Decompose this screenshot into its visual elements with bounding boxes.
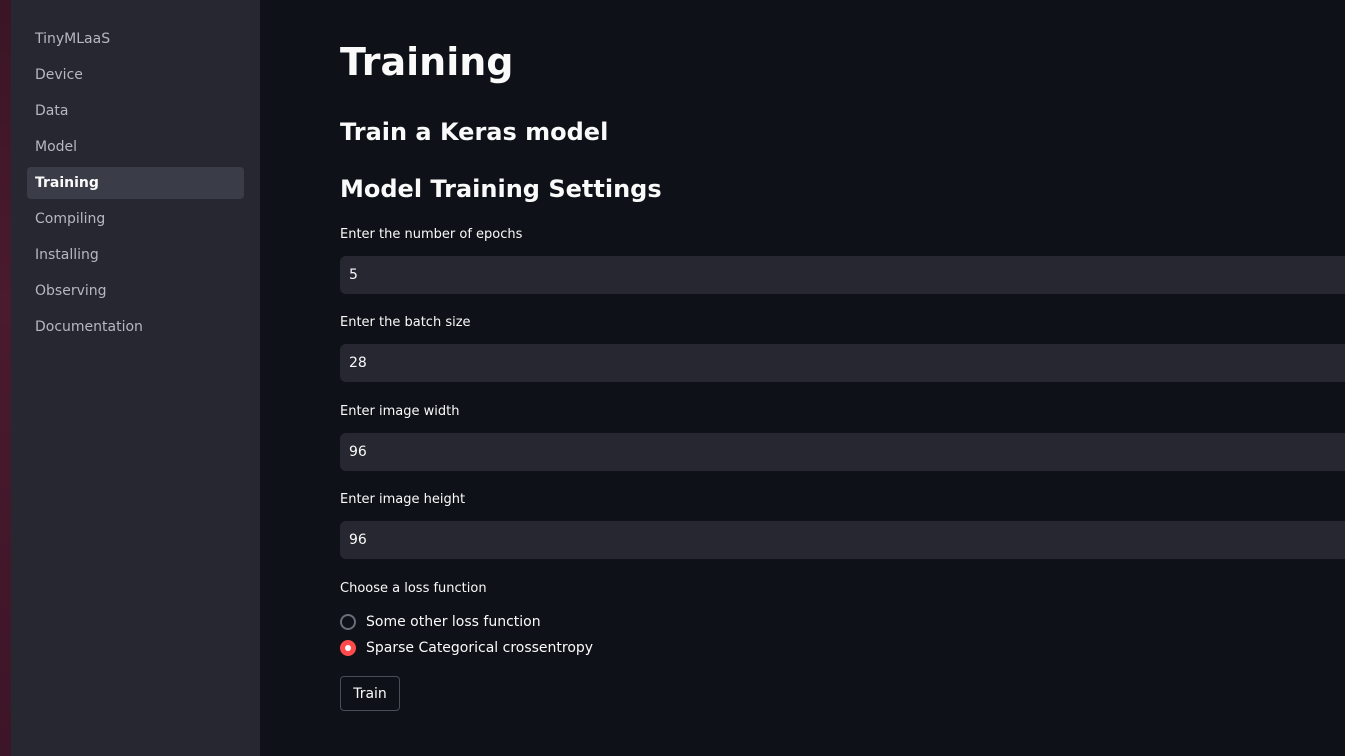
image-width-label: Enter image width [340, 404, 460, 419]
image-height-input[interactable] [340, 521, 1345, 559]
subheader: Train a Keras model [340, 118, 609, 146]
image-height-label: Enter image height [340, 492, 466, 507]
radio-option-label: Some other loss function [366, 614, 541, 630]
batch-size-input[interactable] [340, 344, 1345, 382]
page-title: Training [340, 40, 514, 84]
sidebar-item-model[interactable]: Model [27, 131, 244, 163]
epochs-input[interactable] [340, 256, 1345, 294]
epochs-label: Enter the number of epochs [340, 227, 523, 242]
sidebar-item-device[interactable]: Device [27, 59, 244, 91]
radio-unchecked-icon [340, 614, 356, 630]
loss-function-label: Choose a loss function [340, 581, 487, 596]
sidebar-item-installing[interactable]: Installing [27, 239, 244, 271]
radio-option-sparse-categorical[interactable]: Sparse Categorical crossentropy [340, 638, 593, 658]
window-edge [0, 0, 11, 756]
radio-option-other-loss[interactable]: Some other loss function [340, 612, 541, 632]
sidebar-item-training[interactable]: Training [27, 167, 244, 199]
batch-size-label: Enter the batch size [340, 315, 471, 330]
sidebar: TinyMLaaS Device Data Model Training Com… [11, 0, 260, 756]
sidebar-item-compiling[interactable]: Compiling [27, 203, 244, 235]
section-title: Model Training Settings [340, 175, 662, 203]
sidebar-item-observing[interactable]: Observing [27, 275, 244, 307]
sidebar-item-data[interactable]: Data [27, 95, 244, 127]
sidebar-item-documentation[interactable]: Documentation [27, 311, 244, 343]
image-width-input[interactable] [340, 433, 1345, 471]
radio-checked-icon [340, 640, 356, 656]
sidebar-item-tinymlaas[interactable]: TinyMLaaS [27, 23, 244, 55]
radio-option-label: Sparse Categorical crossentropy [366, 640, 594, 656]
main-content: Training Train a Keras model Model Train… [260, 0, 1345, 756]
train-button[interactable]: Train [340, 676, 400, 711]
